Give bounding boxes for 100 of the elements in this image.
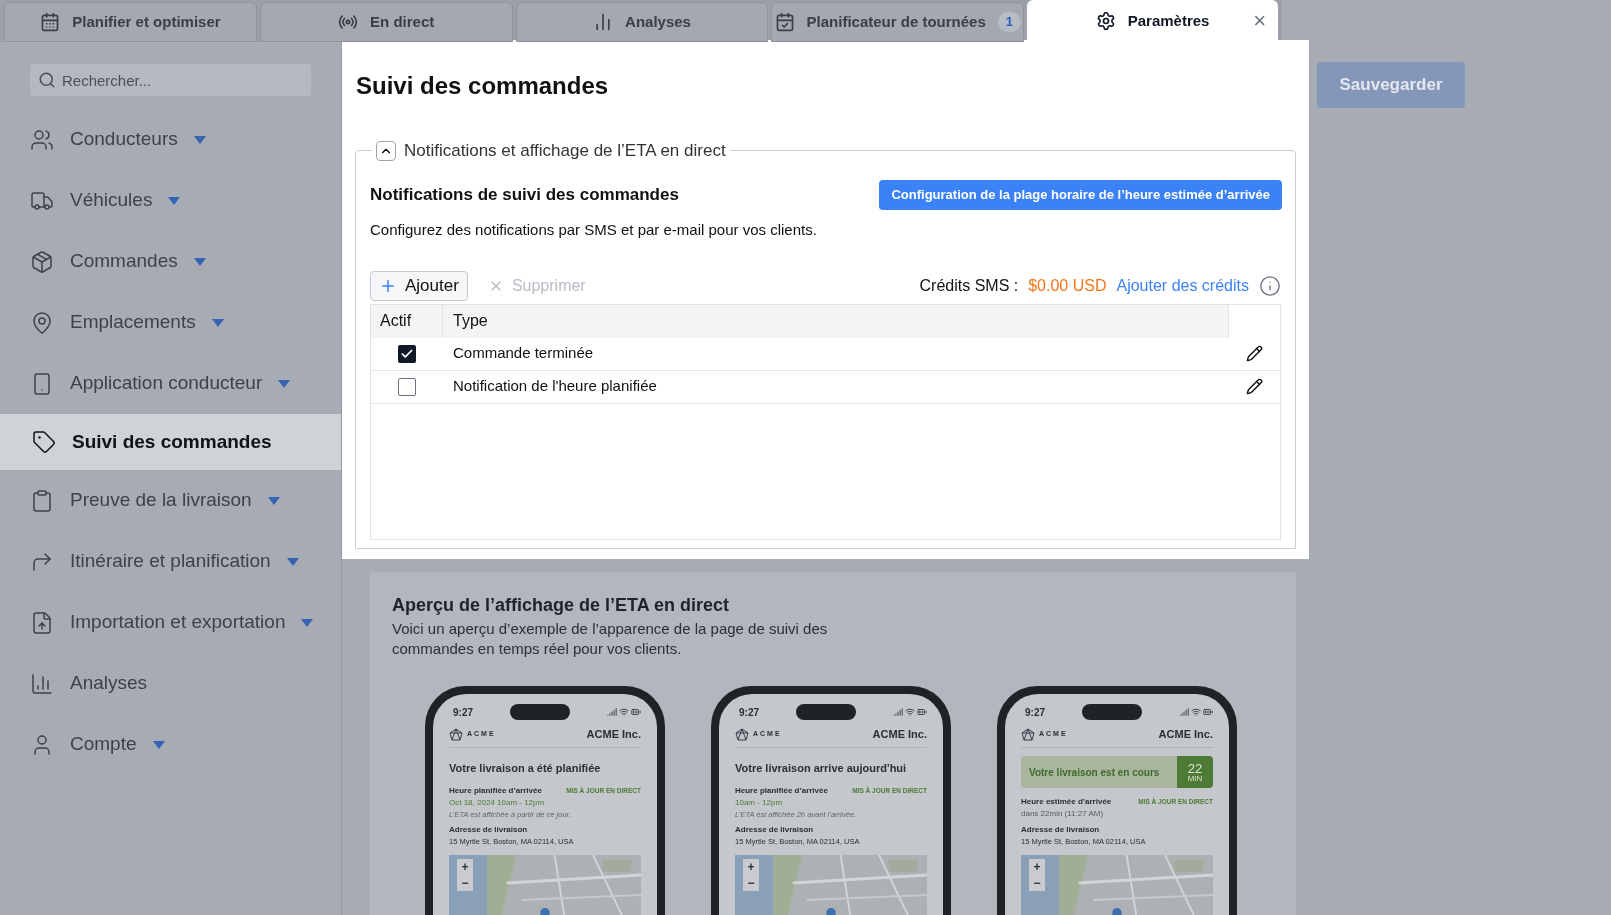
table-cell-text: Notification de l'heure planifiée bbox=[452, 376, 658, 397]
zoom-out-button[interactable]: − bbox=[743, 875, 759, 891]
checkbox[interactable] bbox=[398, 344, 416, 363]
map-pin-icon bbox=[30, 310, 54, 335]
tab-label: Paramètres bbox=[1127, 10, 1210, 31]
sidebar-item[interactable]: Compte bbox=[0, 714, 341, 775]
credits-value: $0.00 USD bbox=[1028, 275, 1107, 296]
tab[interactable]: En direct bbox=[259, 2, 513, 42]
sidebar-item[interactable]: Suivi des commandes bbox=[0, 414, 341, 470]
tab-label: En direct bbox=[370, 11, 435, 32]
zoom-in-button[interactable]: + bbox=[457, 859, 473, 875]
tab-label: Planifier et optimiser bbox=[72, 11, 221, 32]
status-icons bbox=[607, 707, 641, 717]
dynamic-island bbox=[796, 704, 856, 720]
eta-label: Heure planifiée d’arrivée bbox=[735, 784, 828, 797]
zoom-in-button[interactable]: + bbox=[743, 859, 759, 875]
search-icon bbox=[38, 71, 56, 89]
banner-text: Votre livraison est en cours bbox=[1028, 765, 1161, 780]
tab[interactable]: Paramètres × bbox=[1027, 0, 1278, 42]
tab-count: 1 bbox=[997, 12, 1021, 32]
checkbox[interactable] bbox=[398, 377, 416, 396]
calendar-check-icon bbox=[774, 12, 795, 32]
section-heading: Notifications de suivi des commandes bbox=[370, 183, 680, 206]
tab-label: Planificateur de tournées bbox=[806, 11, 986, 32]
sidebar-label: Emplacements bbox=[70, 310, 196, 335]
sidebar-item[interactable]: Preuve de la livraison bbox=[0, 470, 341, 531]
pencil-icon bbox=[1245, 378, 1263, 395]
minutes-value: 22 bbox=[1187, 761, 1203, 775]
broadcast-icon bbox=[338, 12, 359, 32]
minutes-unit: MIN bbox=[1187, 774, 1203, 783]
sidebar-item[interactable]: Analyses bbox=[0, 653, 341, 714]
sidebar-item[interactable]: Conducteurs bbox=[0, 109, 341, 170]
sidebar-label: Analyses bbox=[70, 671, 148, 696]
zoom-out-button[interactable]: − bbox=[1029, 875, 1045, 892]
people-icon bbox=[30, 127, 54, 152]
tab-label: Analyses bbox=[625, 11, 691, 32]
zoom-out-button[interactable]: − bbox=[457, 875, 473, 891]
section-legend: Notifications et affichage de l’ETA en direct bbox=[404, 138, 726, 164]
sidebar-label: Itinéraire et planification bbox=[70, 549, 271, 574]
sidebar-item[interactable]: Itinéraire et planification bbox=[0, 531, 341, 592]
zoom-in-button[interactable]: + bbox=[1029, 859, 1045, 876]
sidebar-item[interactable]: Véhicules bbox=[0, 170, 341, 231]
close-button[interactable]: × bbox=[1253, 10, 1266, 32]
sidebar-label: Application conducteur bbox=[70, 371, 263, 396]
address-label: Adresse de livraison bbox=[1021, 824, 1101, 836]
status-icons bbox=[1179, 707, 1213, 717]
phone-headline: Votre livraison a été planifiée bbox=[449, 761, 602, 776]
pencil-icon bbox=[1245, 345, 1263, 362]
bar-chart-icon bbox=[30, 671, 54, 696]
save-button[interactable]: Sauvegarder bbox=[1317, 62, 1465, 108]
logo-icon bbox=[735, 727, 749, 742]
credits-label: Crédits SMS : bbox=[919, 275, 1019, 296]
phone-headline: Votre livraison arrive aujourd'hui bbox=[735, 761, 908, 776]
sidebar-label: Véhicules bbox=[70, 188, 153, 213]
phone-time: 9:27 bbox=[739, 705, 759, 720]
add-credits-link[interactable]: Ajouter des crédits bbox=[1116, 273, 1249, 298]
logo-icon bbox=[449, 727, 463, 742]
company-name: ACME Inc. bbox=[1158, 727, 1213, 743]
tab[interactable]: Analyses bbox=[515, 2, 769, 42]
address-label: Adresse de livraison bbox=[735, 823, 815, 836]
sidebar-label: Suivi des commandes bbox=[72, 429, 272, 454]
column-header: Type bbox=[452, 311, 489, 331]
phone-time: 9:27 bbox=[453, 705, 473, 720]
sidebar-label: Conducteurs bbox=[70, 127, 178, 152]
company-name: ACME Inc. bbox=[872, 727, 927, 743]
sidebar-label: Compte bbox=[70, 732, 137, 757]
sidebar-label: Commandes bbox=[70, 249, 178, 274]
eta-value: 10am - 12pm bbox=[735, 796, 784, 809]
table-cell-text: Commande terminée bbox=[452, 343, 595, 364]
tab[interactable]: Planificateur de tournées 1 bbox=[771, 2, 1025, 42]
preview-title: Aperçu de l’affichage de l’ETA en direct bbox=[392, 594, 731, 617]
sidebar-item[interactable]: Commandes bbox=[0, 231, 341, 292]
phone-time: 9:27 bbox=[1025, 705, 1045, 720]
add-button[interactable]: Ajouter bbox=[370, 270, 468, 301]
status-icons bbox=[893, 707, 927, 717]
dynamic-island bbox=[510, 704, 570, 720]
tab[interactable]: Planifier et optimiser bbox=[4, 2, 257, 42]
eta-config-button[interactable]: Configuration de la plage horaire de l’heure estimée d’arrivée bbox=[879, 179, 1282, 210]
company-name: ACME Inc. bbox=[586, 727, 641, 743]
clipboard-icon bbox=[30, 488, 54, 513]
sidebar-label: Preuve de la livraison bbox=[70, 488, 252, 513]
tag-icon bbox=[32, 430, 56, 454]
info-icon bbox=[1259, 274, 1281, 297]
collapse-button[interactable] bbox=[376, 140, 396, 161]
search-field[interactable]: Rechercher... bbox=[30, 64, 311, 96]
sidebar-item[interactable]: Importation et exportation bbox=[0, 592, 341, 653]
logo-icon bbox=[1021, 727, 1035, 742]
section-description: Configurez des notifications par SMS et par e-mail pour vos clients. bbox=[370, 220, 817, 240]
address-label: Adresse de livraison bbox=[449, 823, 529, 836]
eta-value: dans 22min (11:27 AM) bbox=[1021, 808, 1105, 820]
column-header: Actif bbox=[371, 304, 443, 338]
calendar-icon bbox=[40, 12, 61, 32]
preview-description: Voici un aperçu d’exemple de l’apparence de la page de suivi des commandes en temps réel pour vos clients. bbox=[392, 619, 829, 659]
dynamic-island bbox=[1082, 704, 1142, 720]
sidebar-item[interactable]: Application conducteur bbox=[0, 353, 341, 414]
eta-label: Heure estimée d’arrivée bbox=[1021, 796, 1112, 808]
sidebar-item[interactable]: Emplacements bbox=[0, 292, 341, 353]
sidebar-label: Importation et exportation bbox=[70, 610, 286, 635]
eta-label: Heure planifiée d’arrivée bbox=[449, 784, 542, 797]
eta-value: Oct 18, 2024 10am - 12pm bbox=[449, 796, 546, 809]
